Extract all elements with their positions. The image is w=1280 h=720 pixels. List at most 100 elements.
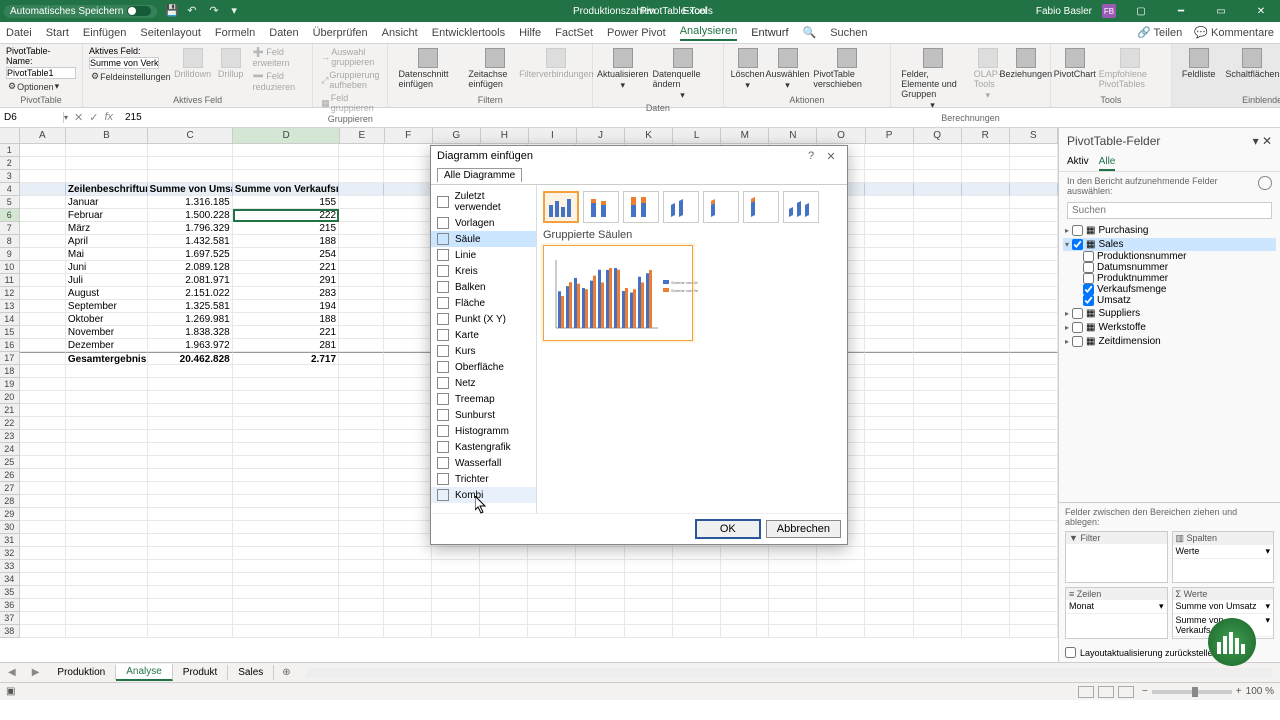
tab-developer[interactable]: Entwicklertools	[432, 27, 505, 39]
cell[interactable]	[148, 469, 233, 482]
move-pivottable-button[interactable]: PivotTable verschieben	[809, 46, 884, 91]
cell[interactable]	[233, 625, 339, 638]
area-columns[interactable]: ▥ Spalten Werte▾	[1172, 531, 1275, 583]
cell[interactable]	[1010, 612, 1058, 625]
cell[interactable]: 221	[233, 261, 339, 274]
cell[interactable]	[66, 612, 148, 625]
sheet-tab[interactable]: Produkt	[173, 665, 228, 680]
field-checkbox[interactable]	[1083, 295, 1094, 306]
pivot-tab-active[interactable]: Aktiv	[1067, 154, 1089, 171]
row-header[interactable]: 16	[0, 339, 20, 352]
row-header[interactable]: 7	[0, 222, 20, 235]
tab-powerpivot[interactable]: Power Pivot	[607, 27, 666, 39]
cell[interactable]: 222	[233, 209, 339, 222]
fields-items-sets-button[interactable]: Felder, Elemente und Gruppen▾	[897, 46, 968, 113]
cell[interactable]	[66, 157, 148, 170]
cell[interactable]	[865, 560, 913, 573]
cell[interactable]	[66, 599, 148, 612]
col-header[interactable]: Q	[914, 128, 962, 143]
cell[interactable]	[480, 625, 528, 638]
row-header[interactable]: 31	[0, 534, 20, 547]
cell[interactable]	[528, 625, 576, 638]
cell[interactable]	[20, 482, 66, 495]
cell[interactable]	[1010, 300, 1058, 313]
cell[interactable]: 194	[233, 300, 339, 313]
cell[interactable]	[962, 378, 1010, 391]
chart-category-item[interactable]: Treemap	[431, 391, 536, 407]
tab-review[interactable]: Überprüfen	[313, 27, 368, 39]
field-group-header[interactable]: ▸▦Suppliers	[1063, 307, 1276, 320]
cell[interactable]	[865, 495, 913, 508]
cell[interactable]	[339, 560, 384, 573]
cell[interactable]	[66, 560, 148, 573]
cell[interactable]: 2.151.022	[148, 287, 233, 300]
cell[interactable]	[865, 573, 913, 586]
name-box[interactable]: D6	[0, 112, 64, 123]
cell[interactable]	[148, 430, 233, 443]
field-checkbox[interactable]	[1072, 336, 1083, 347]
cell[interactable]	[1010, 235, 1058, 248]
cell[interactable]	[339, 183, 384, 196]
cell[interactable]	[384, 612, 432, 625]
cell[interactable]	[384, 248, 432, 261]
cell[interactable]	[432, 573, 480, 586]
cell[interactable]	[962, 391, 1010, 404]
cell[interactable]	[339, 534, 384, 547]
cell[interactable]	[865, 456, 913, 469]
cell[interactable]	[66, 469, 148, 482]
cell[interactable]	[20, 430, 66, 443]
cell[interactable]: Oktober	[66, 313, 148, 326]
col-header[interactable]: R	[962, 128, 1010, 143]
field-checkbox[interactable]	[1072, 225, 1083, 236]
cell[interactable]	[20, 196, 66, 209]
cell[interactable]	[817, 560, 865, 573]
pivot-pane-options-icon[interactable]: ▾	[1253, 134, 1259, 148]
cell[interactable]	[339, 430, 384, 443]
field-checkbox[interactable]	[1072, 308, 1083, 319]
cell[interactable]	[914, 534, 962, 547]
chart-subtype-stacked-column[interactable]	[583, 191, 619, 223]
tab-insert[interactable]: Einfügen	[83, 27, 126, 39]
cell[interactable]	[233, 560, 339, 573]
cell[interactable]	[817, 586, 865, 599]
cell[interactable]	[962, 300, 1010, 313]
cell[interactable]	[1010, 274, 1058, 287]
cell[interactable]: 281	[233, 339, 339, 352]
row-header[interactable]: 3	[0, 170, 20, 183]
tab-formulas[interactable]: Formeln	[215, 27, 255, 39]
zoom-in-icon[interactable]: +	[1236, 686, 1242, 697]
cell[interactable]	[480, 560, 528, 573]
cell[interactable]	[148, 573, 233, 586]
row-header[interactable]: 37	[0, 612, 20, 625]
cell[interactable]	[148, 625, 233, 638]
pivottable-options-button[interactable]: ⚙ Optionen ▾	[6, 80, 76, 93]
cell[interactable]	[66, 378, 148, 391]
cell[interactable]	[1010, 573, 1058, 586]
cancel-formula-icon[interactable]: ✕	[74, 111, 83, 124]
cell[interactable]	[20, 456, 66, 469]
share-button[interactable]: 🔗 Teilen	[1137, 26, 1182, 39]
cell[interactable]	[914, 365, 962, 378]
cell[interactable]	[962, 482, 1010, 495]
cell[interactable]	[865, 404, 913, 417]
cell[interactable]: Januar	[66, 196, 148, 209]
chart-subtype-clustered-column[interactable]	[543, 191, 579, 223]
cell[interactable]	[148, 456, 233, 469]
cell[interactable]: 1.796.329	[148, 222, 233, 235]
cell[interactable]	[576, 586, 624, 599]
chart-category-item[interactable]: Zuletzt verwendet	[431, 189, 536, 215]
chart-category-item[interactable]: Netz	[431, 375, 536, 391]
chart-category-item[interactable]: Sunburst	[431, 407, 536, 423]
cell[interactable]	[148, 521, 233, 534]
cell[interactable]	[66, 417, 148, 430]
field-group-header[interactable]: ▸▦Purchasing	[1063, 224, 1276, 237]
chart-category-item[interactable]: Kombi	[431, 487, 536, 503]
cell[interactable]	[914, 521, 962, 534]
cell[interactable]	[20, 209, 66, 222]
cell[interactable]	[914, 144, 962, 157]
cell[interactable]	[914, 378, 962, 391]
cell[interactable]	[233, 573, 339, 586]
cell[interactable]	[66, 443, 148, 456]
cell[interactable]	[865, 534, 913, 547]
avatar[interactable]: FB	[1102, 4, 1116, 18]
